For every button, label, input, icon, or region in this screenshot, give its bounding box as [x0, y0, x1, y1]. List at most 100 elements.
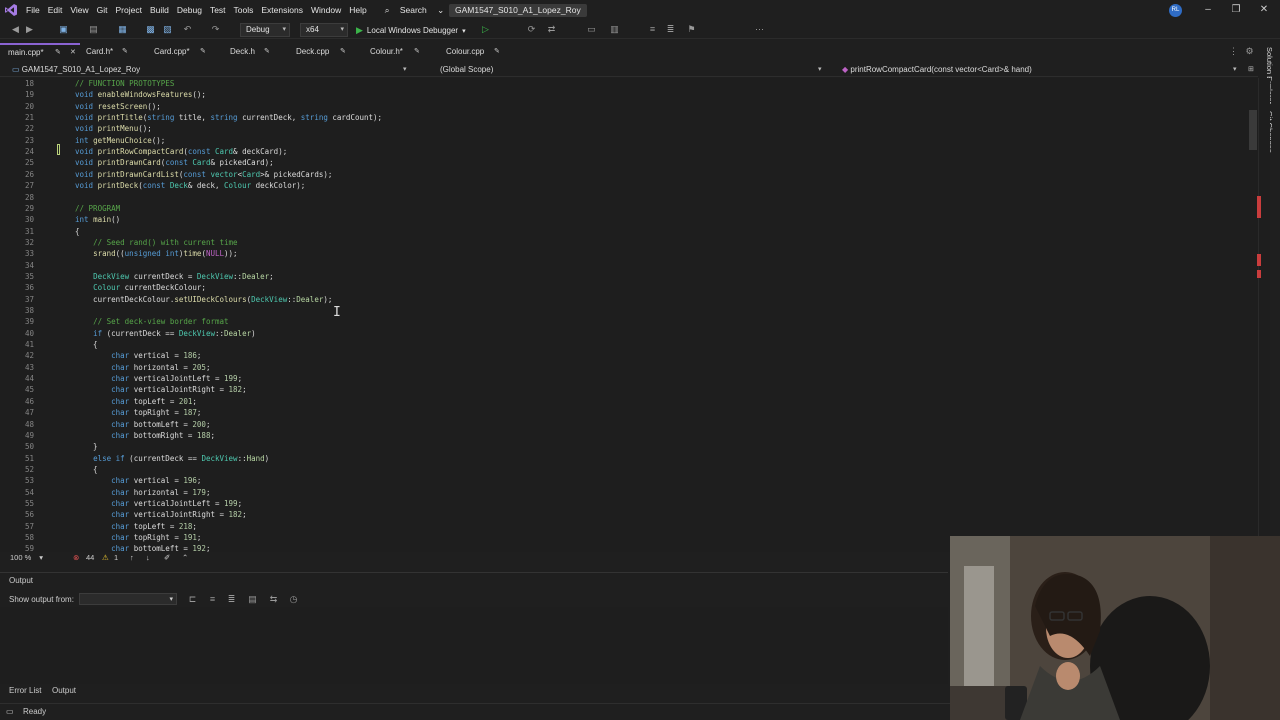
code-line[interactable]: { [75, 464, 98, 475]
zoom-dropdown[interactable]: 100 % ▾ [10, 552, 43, 564]
code-line[interactable]: void printMenu(); [75, 123, 152, 134]
scope-dropdown[interactable]: (Global Scope) [440, 63, 820, 76]
clear-all-icon[interactable]: ▤ [247, 594, 258, 605]
brush-icon[interactable]: ✐ [164, 552, 170, 564]
next-message-icon[interactable]: ≣ [226, 594, 237, 605]
outdent-icon[interactable]: ≣ [665, 24, 676, 35]
run-debugger-button[interactable]: ▶ Local Windows Debugger ▾ [356, 23, 466, 37]
code-line[interactable]: // PROGRAM [75, 203, 120, 214]
menu-debug[interactable]: Debug [173, 0, 206, 20]
configuration-dropdown[interactable]: Debug ▾ [240, 23, 290, 37]
menu-build[interactable]: Build [146, 0, 173, 20]
platform-dropdown[interactable]: x64 ▾ [300, 23, 348, 37]
project-dropdown[interactable]: ▭ GAM1547_S010_A1_Lopez_Roy [12, 63, 412, 76]
code-line[interactable]: char bottomLeft = 192; [75, 543, 210, 552]
code-line[interactable]: char verticalJointRight = 182; [75, 384, 246, 395]
code-line[interactable]: void printDrawnCard(const Card& pickedCa… [75, 157, 274, 168]
code-line[interactable]: char vertical = 196; [75, 475, 201, 486]
pin-icon[interactable]: ✎ [414, 43, 420, 60]
code-line[interactable]: char vertical = 186; [75, 350, 201, 361]
code-line[interactable]: char verticalJointLeft = 199; [75, 373, 242, 384]
maximize-button[interactable]: ❐ [1222, 0, 1250, 20]
close-window-button[interactable]: ✕ [1250, 0, 1278, 20]
save-all-files-icon[interactable]: ▧ [162, 24, 173, 35]
tab-main-cpp[interactable]: main.cpp* ✎ ✕ [0, 43, 80, 60]
layout-icon[interactable]: ▥ [609, 24, 620, 35]
code-line[interactable]: { [75, 339, 98, 350]
word-wrap-icon[interactable]: ⇆ [268, 594, 279, 605]
menu-view[interactable]: View [66, 0, 92, 20]
tab-deck-h[interactable]: Deck.h ✎ [222, 43, 278, 60]
output-content[interactable] [0, 607, 948, 685]
menu-tools[interactable]: Tools [230, 0, 258, 20]
pin-icon[interactable]: ✎ [55, 45, 61, 60]
code-line[interactable]: char bottomLeft = 200; [75, 419, 210, 430]
code-line[interactable]: char topRight = 187; [75, 407, 201, 418]
pin-icon[interactable]: ✎ [122, 43, 128, 60]
code-line[interactable]: if (currentDeck == DeckView::Dealer) [75, 328, 256, 339]
pin-icon[interactable]: ✎ [494, 43, 500, 60]
menu-file[interactable]: File [22, 0, 44, 20]
menu-extensions[interactable]: Extensions [257, 0, 307, 20]
start-without-debugging-icon[interactable]: ▷ [480, 24, 491, 35]
code-line[interactable]: void printDeck(const Deck& deck, Colour … [75, 180, 305, 191]
split-editor-icon[interactable]: ⊞ [1248, 63, 1254, 76]
code-line[interactable]: char verticalJointRight = 182; [75, 509, 246, 520]
editor-vertical-scrollbar[interactable] [1258, 78, 1270, 552]
new-project-icon[interactable]: ▣ [58, 24, 69, 35]
code-line[interactable]: char topLeft = 218; [75, 521, 197, 532]
code-line[interactable]: } [75, 441, 98, 452]
pin-icon[interactable]: ✎ [340, 43, 346, 60]
code-line[interactable]: else if (currentDeck == DeckView::Hand) [75, 453, 269, 464]
code-line[interactable]: DeckView currentDeck = DeckView::Dealer; [75, 271, 274, 282]
code-line[interactable]: char bottomRight = 188; [75, 430, 215, 441]
code-line[interactable]: int main() [75, 214, 120, 225]
save-icon[interactable]: ▦ [117, 24, 128, 35]
pin-icon[interactable]: ✎ [200, 43, 206, 60]
clock-icon[interactable]: ◷ [288, 594, 299, 605]
code-line[interactable]: // Seed rand() with current time [75, 237, 238, 248]
previous-issue-icon[interactable]: ↑ [130, 552, 134, 564]
code-line[interactable]: // Set deck-view border format [75, 316, 228, 327]
tab-deck-cpp[interactable]: Deck.cpp ✎ [288, 43, 354, 60]
tab-colour-cpp[interactable]: Colour.cpp ✎ [438, 43, 508, 60]
code-line[interactable]: char topRight = 191; [75, 532, 201, 543]
code-line[interactable]: Colour currentDeckColour; [75, 282, 206, 293]
more-icon[interactable]: ⋯ [754, 24, 765, 35]
next-issue-icon[interactable]: ↓ [146, 552, 150, 564]
menu-edit[interactable]: Edit [44, 0, 67, 20]
minimize-button[interactable]: – [1194, 0, 1222, 20]
chevron-up-icon[interactable]: ⌃ [182, 552, 188, 564]
tab-colour-h[interactable]: Colour.h* ✎ [362, 43, 428, 60]
code-line[interactable]: currentDeckColour.setUIDeckColours(DeckV… [75, 294, 332, 305]
tab-card-h[interactable]: Card.h* ✎ [78, 43, 136, 60]
close-icon[interactable]: ✕ [70, 45, 76, 60]
bookmark-icon[interactable]: ⚑ [686, 24, 697, 35]
scroll-thumb[interactable] [1249, 110, 1257, 150]
save-all-icon[interactable]: ▩ [145, 24, 156, 35]
code-line[interactable]: void printDrawnCardList(const vector<Car… [75, 169, 332, 180]
open-file-icon[interactable]: ▤ [88, 24, 99, 35]
settings-icon[interactable]: ⚙ [1244, 46, 1255, 57]
forward-icon[interactable]: ▶ [24, 24, 35, 35]
member-dropdown[interactable]: ◆ printRowCompactCard(const vector<Card>… [842, 63, 1232, 76]
code-line[interactable]: void printRowCompactCard(const Card& dec… [75, 146, 287, 157]
pin-icon[interactable]: ✎ [264, 43, 270, 60]
breakpoint-window-icon[interactable]: ▭ [586, 24, 597, 35]
search-button[interactable]: ⌕ Search ⌄ [377, 0, 453, 20]
output-source-dropdown[interactable]: ▾ [79, 593, 177, 605]
code-line[interactable]: void printTitle(string title, string cur… [75, 112, 382, 123]
code-line[interactable]: srand((unsigned int)time(NULL)); [75, 248, 238, 259]
tab-error-list[interactable]: Error List [9, 684, 41, 698]
menu-git[interactable]: Git [93, 0, 112, 20]
code-line[interactable]: // FUNCTION PROTOTYPES [75, 78, 174, 89]
user-avatar[interactable]: RL [1169, 4, 1182, 17]
menu-project[interactable]: Project [112, 0, 146, 20]
indent-icon[interactable]: ≡ [647, 24, 658, 35]
code-line[interactable]: char verticalJointLeft = 199; [75, 498, 242, 509]
code-line[interactable]: void enableWindowsFeatures(); [75, 89, 206, 100]
code-line[interactable]: char horizontal = 205; [75, 362, 210, 373]
redo-icon[interactable]: ↷ [210, 24, 221, 35]
find-message-icon[interactable]: ⊏ [187, 594, 198, 605]
undo-icon[interactable]: ↶ [182, 24, 193, 35]
